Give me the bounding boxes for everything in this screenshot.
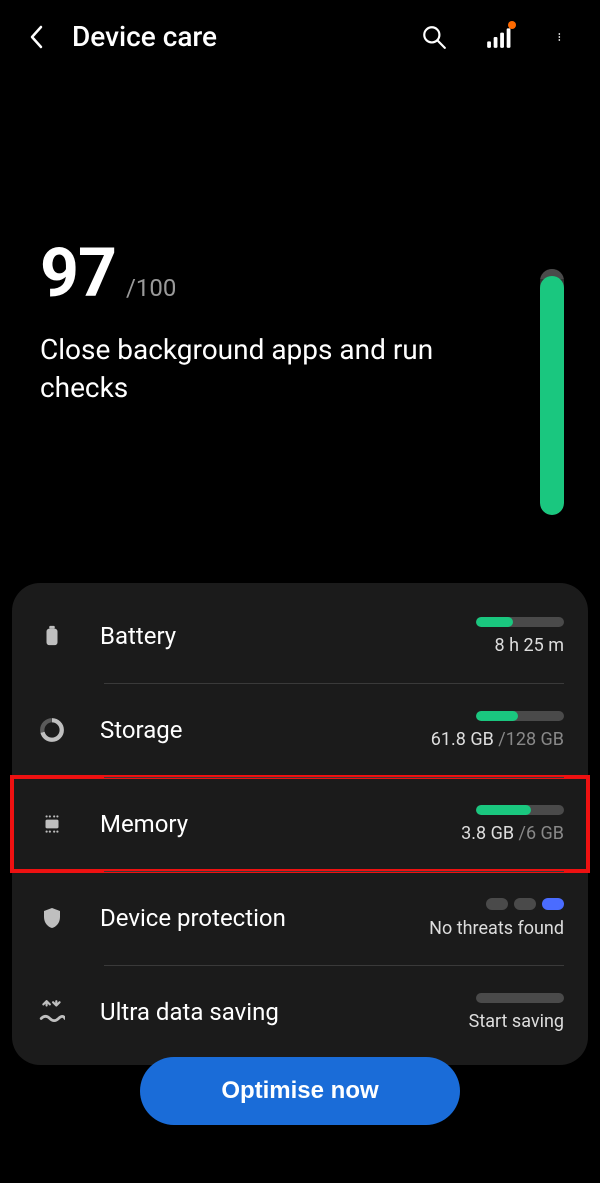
memory-label: Memory [100, 810, 461, 838]
ultra-data-saving-detail: Start saving [469, 1011, 564, 1032]
battery-label: Battery [100, 622, 476, 650]
score-progress-fill [540, 276, 564, 515]
storage-detail: 61.8 GB /128 GB [431, 729, 564, 750]
score-value: 97 [40, 233, 116, 313]
memory-bar [476, 805, 564, 815]
score-total: /100 [126, 274, 176, 302]
battery-detail: 8 h 25 m [495, 635, 564, 656]
shield-icon [36, 902, 68, 934]
protection-indicator [486, 898, 564, 910]
ultra-data-saving-label: Ultra data saving [100, 998, 469, 1026]
score-message: Close background apps and run checks [40, 331, 480, 407]
page-title: Device care [72, 20, 217, 53]
ultra-data-saving-row[interactable]: Ultra data saving Start saving [12, 965, 588, 1059]
search-icon [421, 24, 447, 50]
memory-detail: 3.8 GB /6 GB [461, 823, 564, 844]
device-stats-card: Battery 8 h 25 m Storage 61.8 GB /128 GB [12, 583, 588, 1065]
storage-icon [36, 714, 68, 746]
storage-bar [476, 711, 564, 721]
notification-dot [508, 21, 516, 29]
battery-icon [36, 620, 68, 652]
chevron-left-icon [29, 25, 43, 49]
data-saving-bar [476, 993, 564, 1003]
memory-icon [36, 808, 68, 840]
signal-notification-button[interactable] [484, 23, 512, 51]
battery-bar [476, 617, 564, 627]
device-protection-detail: No threats found [429, 918, 564, 939]
more-options-button[interactable] [548, 23, 576, 51]
device-protection-label: Device protection [100, 904, 429, 932]
storage-label: Storage [100, 716, 431, 744]
data-saving-icon [36, 996, 68, 1028]
back-button[interactable] [24, 25, 48, 49]
device-protection-row[interactable]: Device protection No threats found [12, 871, 588, 965]
battery-row[interactable]: Battery 8 h 25 m [12, 589, 588, 683]
storage-row[interactable]: Storage 61.8 GB /128 GB [12, 683, 588, 777]
signal-bars-icon [485, 24, 511, 50]
score-progress-bar [540, 269, 564, 515]
search-button[interactable] [420, 23, 448, 51]
more-vertical-icon [558, 24, 566, 50]
memory-row[interactable]: Memory 3.8 GB /6 GB [12, 777, 588, 871]
optimise-now-button[interactable]: Optimise now [140, 1057, 460, 1125]
